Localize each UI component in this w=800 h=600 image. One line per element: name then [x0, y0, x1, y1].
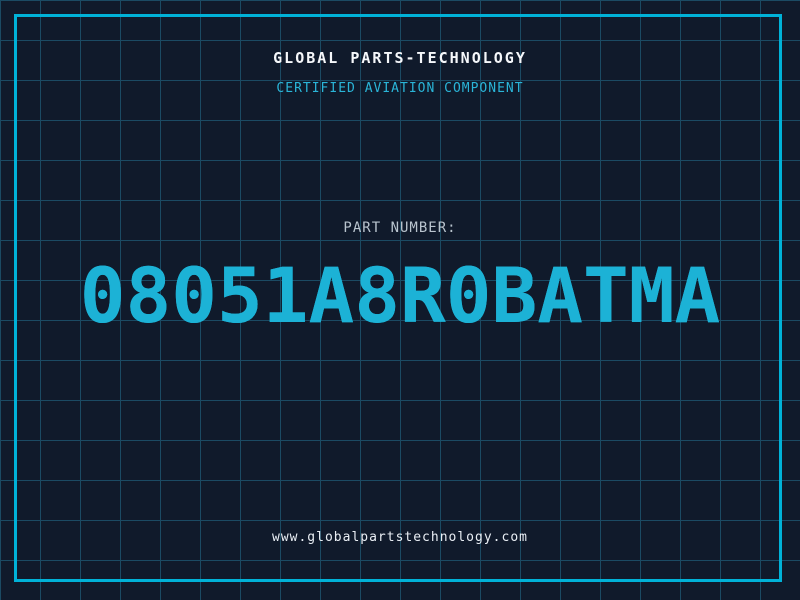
website-url: www.globalpartstechnology.com — [272, 530, 528, 545]
blueprint-certificate-page: GLOBAL PARTS-TECHNOLOGY CERTIFIED AVIATI… — [0, 0, 800, 600]
certification-subtitle: CERTIFIED AVIATION COMPONENT — [276, 81, 524, 96]
part-number-label: PART NUMBER: — [343, 220, 457, 236]
part-number-value: 08051A8R0BATMA — [79, 251, 721, 340]
company-title: GLOBAL PARTS-TECHNOLOGY — [273, 49, 527, 67]
